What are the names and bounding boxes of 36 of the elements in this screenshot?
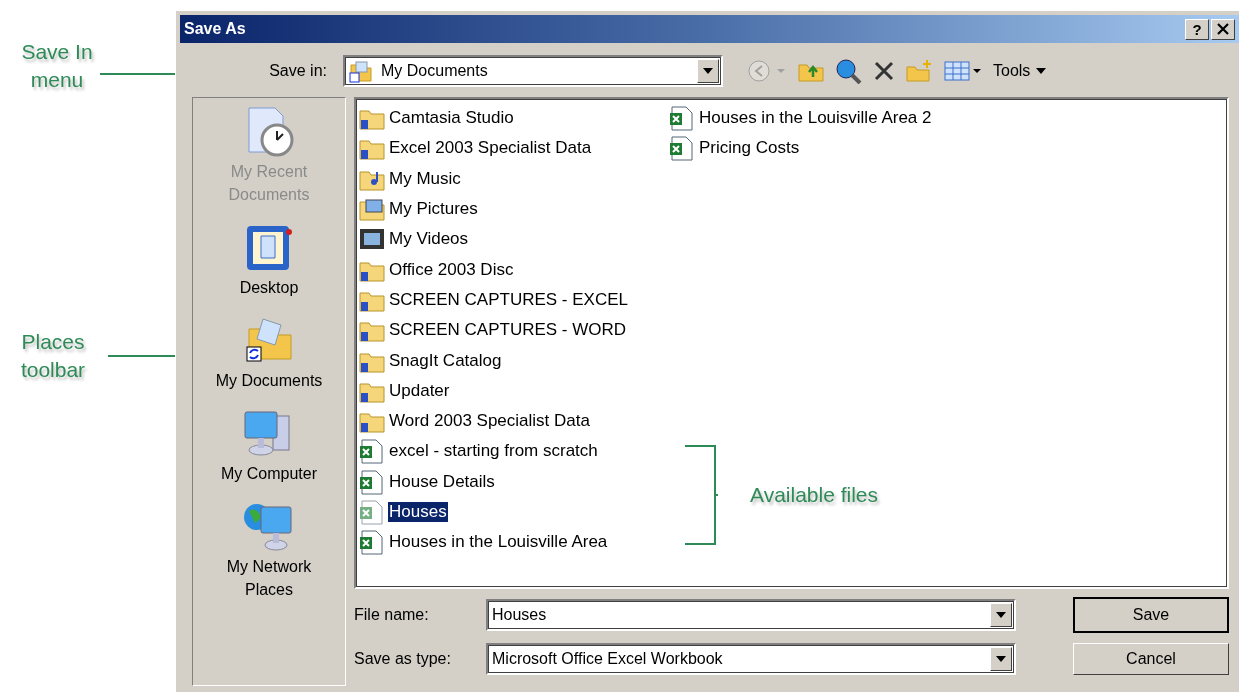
save-in-label: Save in: xyxy=(268,62,328,80)
places-item[interactable]: My Network Places xyxy=(207,499,331,601)
save-as-type-dropdown[interactable]: Microsoft Office Excel Workbook xyxy=(486,643,1016,675)
file-item[interactable]: excel - starting from scratch xyxy=(358,436,668,467)
file-item[interactable]: My Music xyxy=(358,163,668,194)
save-in-dropdown[interactable]: My Documents xyxy=(343,55,723,87)
file-item[interactable]: Houses in the Louisville Area xyxy=(358,527,668,558)
file-item[interactable]: Houses xyxy=(358,496,668,528)
window-title: Save As xyxy=(184,20,246,38)
file-item[interactable]: Pricing Costs xyxy=(668,133,978,164)
file-item[interactable]: Camtasia Studio xyxy=(358,103,668,134)
help-button[interactable]: ? xyxy=(1185,18,1209,40)
file-item[interactable]: My Pictures xyxy=(358,193,668,225)
file-item[interactable]: House Details xyxy=(358,466,668,497)
file-name-field[interactable]: Houses xyxy=(486,599,1016,631)
file-name-label: File name: xyxy=(354,606,430,624)
save-button[interactable]: Save xyxy=(1073,597,1229,633)
save-as-type-label: Save as type: xyxy=(354,650,452,668)
tools-menu[interactable]: Tools xyxy=(993,62,1047,80)
cancel-button[interactable]: Cancel xyxy=(1073,643,1229,675)
file-item[interactable]: Updater xyxy=(358,375,668,406)
file-item[interactable]: Excel 2003 Specialist Data xyxy=(358,133,668,164)
file-item[interactable]: My Videos xyxy=(358,224,668,255)
file-item[interactable]: SnagIt Catalog xyxy=(358,345,668,376)
places-item[interactable]: My Documents xyxy=(207,313,331,392)
annotation-label: Available files xyxy=(750,482,879,508)
file-item[interactable]: Houses in the Louisville Area 2 xyxy=(668,103,978,134)
file-item[interactable]: Office 2003 Disc xyxy=(358,254,668,285)
places-item[interactable]: My Computer xyxy=(207,406,331,485)
places-item[interactable]: Desktop xyxy=(207,220,331,299)
annotation-label: Places toolbar xyxy=(19,329,87,383)
file-item[interactable]: Word 2003 Specialist Data xyxy=(358,405,668,437)
file-item[interactable]: SCREEN CAPTURES - EXCEL xyxy=(358,284,668,316)
annotation-label: Save In menu xyxy=(20,39,94,93)
dropdown-value: My Documents xyxy=(381,62,488,80)
file-item[interactable]: SCREEN CAPTURES - WORD xyxy=(358,315,668,346)
